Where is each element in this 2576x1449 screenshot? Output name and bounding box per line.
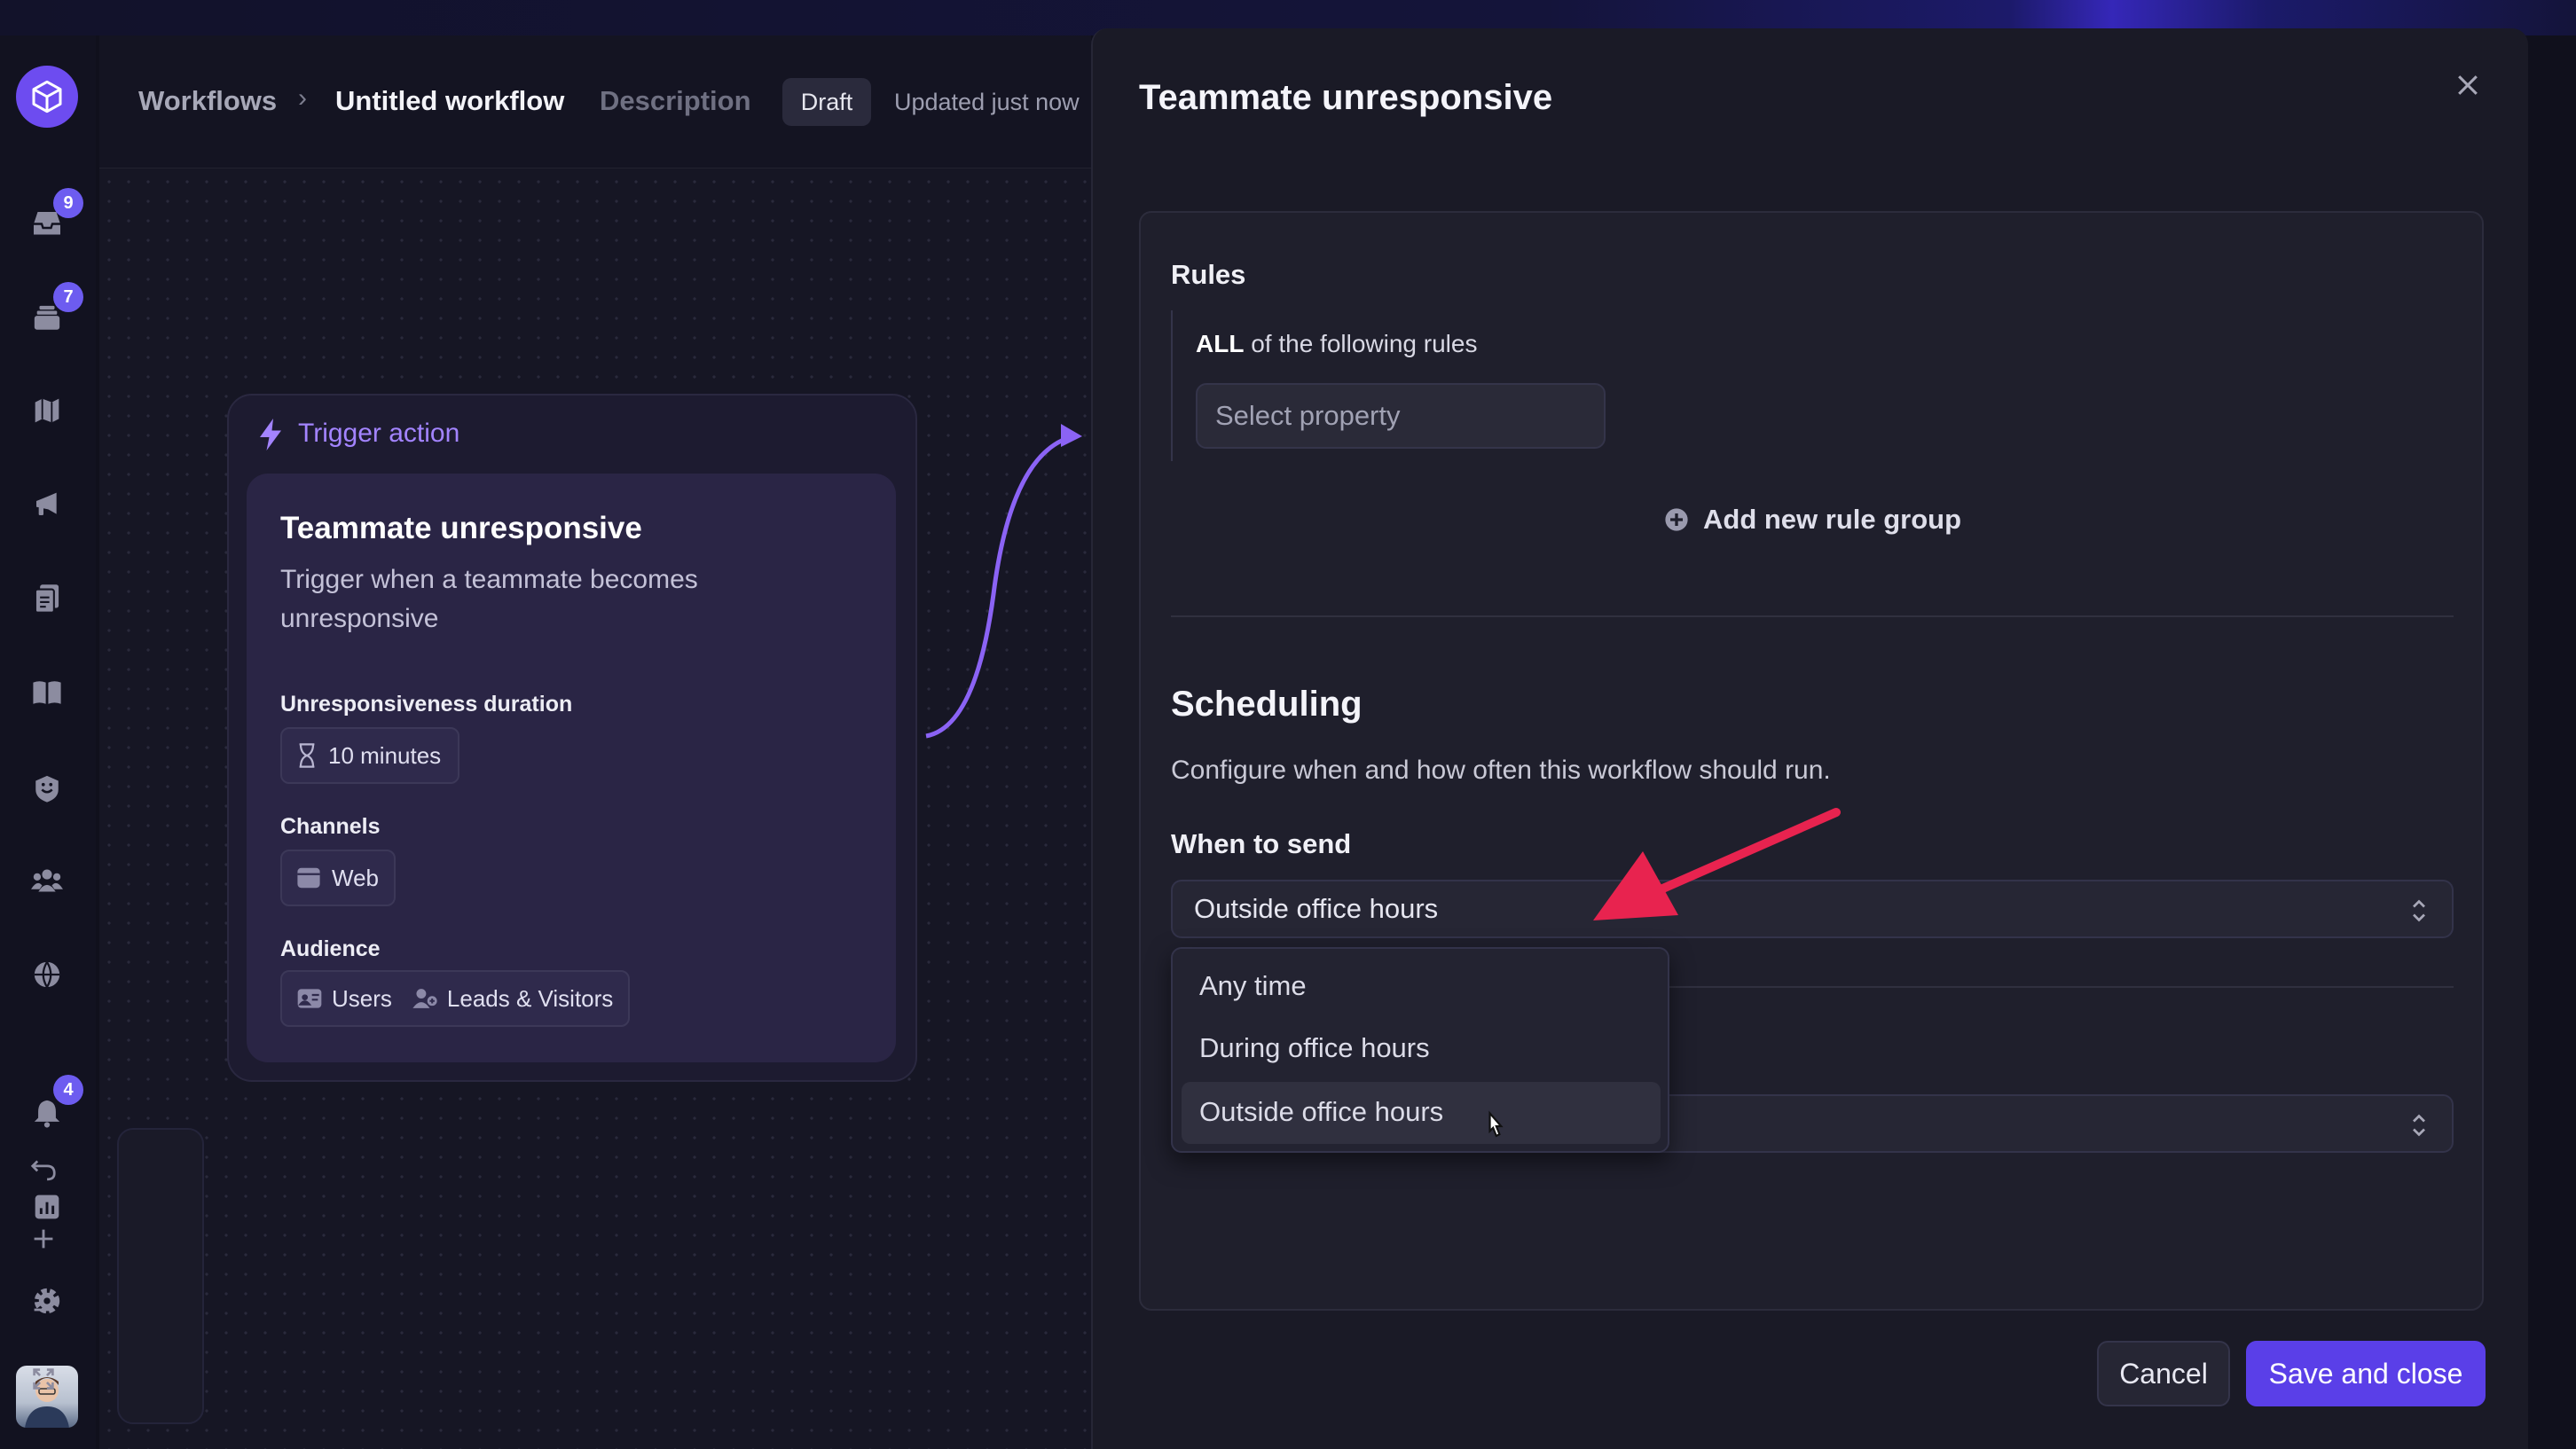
when-to-send-value: Outside office hours <box>1194 893 1439 924</box>
annotation-arrow <box>1593 808 1841 920</box>
save-and-close-button[interactable]: Save and close <box>2246 1341 2486 1406</box>
chevron-updown-icon <box>2413 1114 2425 1137</box>
zoom-in-icon[interactable] <box>27 1222 60 1256</box>
trigger-title: Teammate unresponsive <box>280 511 642 545</box>
tickets-badge: 7 <box>53 282 83 312</box>
option-during-office-hours[interactable]: During office hours <box>1199 1032 1430 1064</box>
add-rule-group-button[interactable]: Add new rule group <box>1664 504 1961 536</box>
audience-users: Users <box>332 984 392 1012</box>
zoom-out-icon[interactable] <box>27 1293 60 1327</box>
option-outside-office-hours[interactable]: Outside office hours <box>1199 1096 1443 1128</box>
map-icon[interactable] <box>27 390 67 431</box>
select-property-input[interactable]: Select property <box>1196 383 1606 449</box>
plus-circle-icon <box>1665 508 1688 531</box>
workflow-connector <box>925 424 1082 739</box>
duration-value: 10 minutes <box>328 741 442 769</box>
book-icon[interactable] <box>27 672 67 713</box>
scheduling-heading: Scheduling <box>1171 685 1363 724</box>
rules-all-keyword: ALL <box>1196 330 1245 357</box>
lightning-icon <box>257 419 284 455</box>
app-logo[interactable] <box>16 66 78 128</box>
chevron-updown-icon <box>2413 899 2425 922</box>
add-rule-group-label: Add new rule group <box>1703 504 1962 535</box>
section-divider <box>1171 615 2454 617</box>
clipboard-icon[interactable] <box>27 578 67 619</box>
globe-icon[interactable] <box>27 954 67 995</box>
duration-chip: 10 minutes <box>280 727 459 784</box>
notifications-badge: 4 <box>53 1075 83 1105</box>
inbox-badge: 9 <box>53 188 83 218</box>
fin-icon[interactable] <box>27 768 67 809</box>
browser-icon <box>297 867 320 889</box>
hourglass-icon <box>299 743 315 768</box>
mouse-pointer-icon <box>1488 1110 1504 1138</box>
rules-condition-suffix: of the following rules <box>1244 330 1478 357</box>
leads-icon <box>412 989 437 1008</box>
cube-icon <box>32 80 62 114</box>
close-icon[interactable] <box>2450 67 2486 103</box>
megaphone-icon[interactable] <box>27 484 67 525</box>
trigger-action-label: Trigger action <box>298 419 460 448</box>
contacts-icon[interactable] <box>27 860 67 901</box>
trigger-description: Trigger when a teammate becomes unrespon… <box>280 565 698 633</box>
channel-chip: Web <box>280 850 396 906</box>
duration-label: Unresponsiveness duration <box>280 692 573 717</box>
audience-leads: Leads & Visitors <box>446 984 614 1012</box>
canvas-zoom-toolbar <box>117 1128 204 1424</box>
undo-icon[interactable] <box>27 1153 60 1187</box>
description-link[interactable]: Description <box>600 85 751 117</box>
updated-timestamp: Updated just now <box>894 89 1080 115</box>
app-root: 9 7 4 Workflows › Untitled workflow Desc… <box>0 0 2576 1449</box>
option-any-time[interactable]: Any time <box>1199 970 1307 1002</box>
rules-heading: Rules <box>1171 259 1246 290</box>
user-card-icon <box>297 989 322 1008</box>
when-to-send-label: When to send <box>1171 828 1352 859</box>
breadcrumb-workflows[interactable]: Workflows <box>138 85 277 117</box>
channels-label: Channels <box>280 814 381 839</box>
cancel-button[interactable]: Cancel <box>2097 1341 2230 1406</box>
rules-condition-text: ALL of the following rules <box>1196 330 1477 358</box>
channel-value: Web <box>332 864 379 891</box>
audience-label: Audience <box>280 936 381 961</box>
status-badge: Draft <box>782 78 871 126</box>
panel-title: Teammate unresponsive <box>1139 78 1553 117</box>
rules-group-line <box>1171 310 1173 461</box>
audience-chip: Users Leads & Visitors <box>280 970 630 1027</box>
breadcrumb-separator: › <box>298 83 307 113</box>
fit-view-icon[interactable] <box>27 1362 60 1396</box>
scheduling-description: Configure when and how often this workfl… <box>1171 756 1831 785</box>
workflow-title[interactable]: Untitled workflow <box>335 85 564 117</box>
